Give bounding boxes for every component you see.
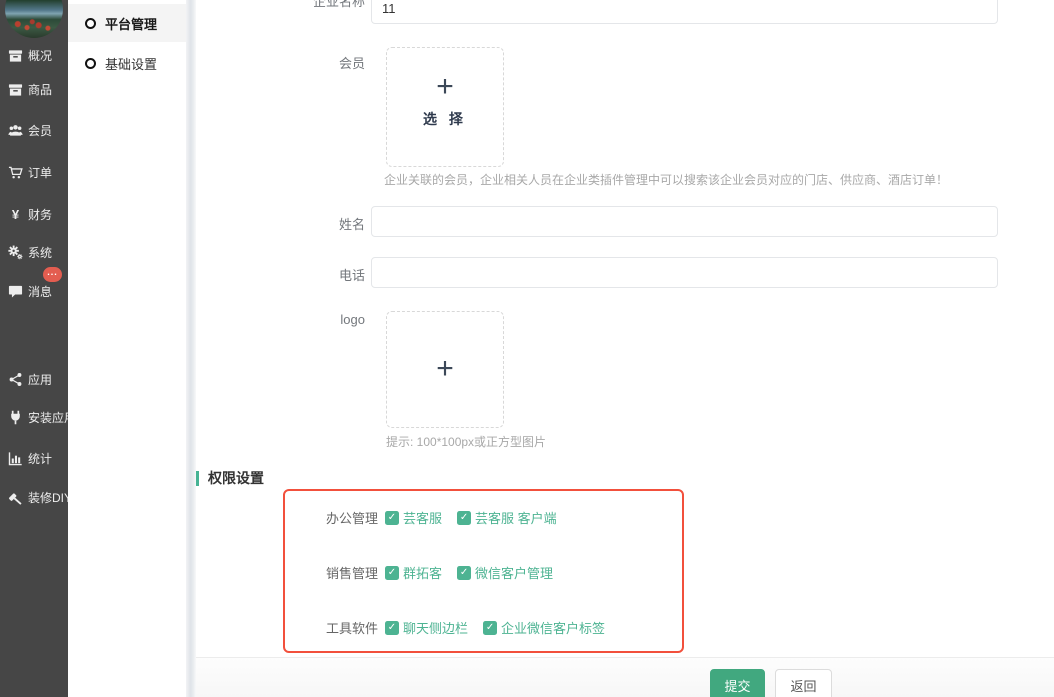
sidebar-item-label: 会员 (28, 122, 52, 139)
name-label: 姓名 (196, 214, 365, 233)
phone-input[interactable] (371, 257, 998, 288)
plus-icon: + (436, 354, 454, 384)
form-footer: 提交 返回 (196, 657, 1054, 697)
member-select-text: 选 择 (423, 109, 467, 129)
permissions-header: 权限设置 (196, 468, 264, 488)
sidebar-item-label: 消息 (28, 283, 52, 300)
sidebar-item-label: 应用 (28, 371, 52, 388)
member-select-box[interactable]: + 选 择 (386, 47, 504, 167)
perm-option[interactable]: ✓企业微信客户标签 (483, 618, 605, 637)
sidebar-item-statistics[interactable]: 统计 (0, 449, 68, 467)
perm-group-label: 销售管理 (326, 563, 378, 582)
perm-option[interactable]: ✓微信客户管理 (457, 563, 553, 582)
share-nodes-icon (8, 372, 23, 387)
gears-icon (8, 245, 23, 260)
sidebar-item-label: 商品 (28, 81, 52, 98)
sidebar-item-label: 统计 (28, 450, 52, 467)
sidebar-item-members[interactable]: 会员 (0, 121, 68, 139)
sidebar-item-label: 系统 (28, 244, 52, 261)
sidebar-item-products[interactable]: 商品 (0, 80, 68, 98)
circle-icon (85, 58, 96, 69)
sidebar-item-orders[interactable]: 订单 (0, 163, 68, 181)
gavel-icon (8, 490, 23, 505)
sidebar-item-overview[interactable]: 概况 (0, 46, 68, 64)
checkbox-checked-icon[interactable]: ✓ (385, 621, 399, 635)
submenu-item-label: 平台管理 (105, 14, 157, 33)
perm-group-tools: 工具软件 ✓聊天侧边栏 ✓企业微信客户标签 (326, 618, 620, 637)
perm-group-office: 办公管理 ✓芸客服 ✓芸客服 客户端 (326, 508, 572, 527)
archive-icon (8, 48, 23, 63)
checkbox-checked-icon[interactable]: ✓ (457, 566, 471, 580)
sidebar-item-label: 概况 (28, 47, 52, 64)
bar-chart-icon (8, 451, 23, 466)
circle-icon (85, 18, 96, 29)
cart-icon (8, 165, 23, 180)
users-icon (8, 123, 23, 138)
logo-hint: 提示: 100*100px或正方型图片 (386, 433, 546, 450)
plug-icon (8, 410, 23, 425)
sub-sidebar: 平台管理 基础设置 (68, 0, 186, 697)
checkbox-checked-icon[interactable]: ✓ (385, 566, 399, 580)
permissions-title: 权限设置 (208, 468, 264, 488)
plus-icon: + (436, 72, 454, 102)
main-sidebar: 概况 商品 会员 订单 ¥ 财务 系统 消息 ... 应用 (0, 0, 68, 697)
sidebar-item-install-apps[interactable]: 安装应用 (0, 408, 68, 426)
sidebar-item-apps[interactable]: 应用 (0, 370, 68, 388)
company-name-input[interactable] (371, 0, 998, 24)
perm-option[interactable]: ✓芸客服 客户端 (457, 508, 557, 527)
back-button[interactable]: 返回 (775, 669, 832, 697)
scrollbar[interactable] (186, 0, 196, 697)
name-input[interactable] (371, 206, 998, 237)
member-label: 会员 (196, 53, 365, 72)
perm-option[interactable]: ✓芸客服 (385, 508, 442, 527)
perm-group-label: 工具软件 (326, 618, 378, 637)
sidebar-item-finance[interactable]: ¥ 财务 (0, 205, 68, 223)
sidebar-item-decorate-diy[interactable]: 装修DIY (0, 488, 68, 506)
sidebar-item-messages[interactable]: 消息 (0, 282, 68, 300)
phone-label: 电话 (196, 265, 365, 284)
company-name-label: 企业名称 (196, 0, 365, 10)
logo-upload-box[interactable]: + (386, 311, 504, 428)
perm-group-sales: 销售管理 ✓群拓客 ✓微信客户管理 (326, 563, 568, 582)
box-icon (8, 82, 23, 97)
submenu-item-basic-settings[interactable]: 基础设置 (68, 44, 186, 82)
checkbox-checked-icon[interactable]: ✓ (385, 511, 399, 525)
perm-option[interactable]: ✓聊天侧边栏 (385, 618, 468, 637)
sidebar-item-label: 订单 (28, 164, 52, 181)
sidebar-item-label: 财务 (28, 206, 52, 223)
yen-icon: ¥ (8, 207, 23, 222)
perm-group-label: 办公管理 (326, 508, 378, 527)
sidebar-item-label: 装修DIY (28, 489, 72, 506)
admin-app: 概况 商品 会员 订单 ¥ 财务 系统 消息 ... 应用 (0, 0, 1054, 697)
member-hint: 企业关联的会员，企业相关人员在企业类插件管理中可以搜索该企业会员对应的门店、供应… (384, 171, 948, 188)
submit-button[interactable]: 提交 (710, 669, 765, 697)
enterprise-form: 企业名称 会员 + 选 择 企业关联的会员，企业相关人员在企业类插件管理中可以搜… (196, 0, 1054, 697)
submenu-item-label: 基础设置 (105, 54, 157, 73)
checkbox-checked-icon[interactable]: ✓ (483, 621, 497, 635)
perm-option[interactable]: ✓群拓客 (385, 563, 442, 582)
sidebar-item-system[interactable]: 系统 (0, 243, 68, 261)
avatar[interactable] (5, 0, 63, 38)
submenu-item-platform-management[interactable]: 平台管理 (68, 4, 186, 42)
chat-icon (8, 284, 23, 299)
message-badge[interactable]: ... (43, 267, 62, 282)
checkbox-checked-icon[interactable]: ✓ (457, 511, 471, 525)
section-accent-bar (196, 471, 199, 486)
logo-label: logo (196, 312, 365, 327)
